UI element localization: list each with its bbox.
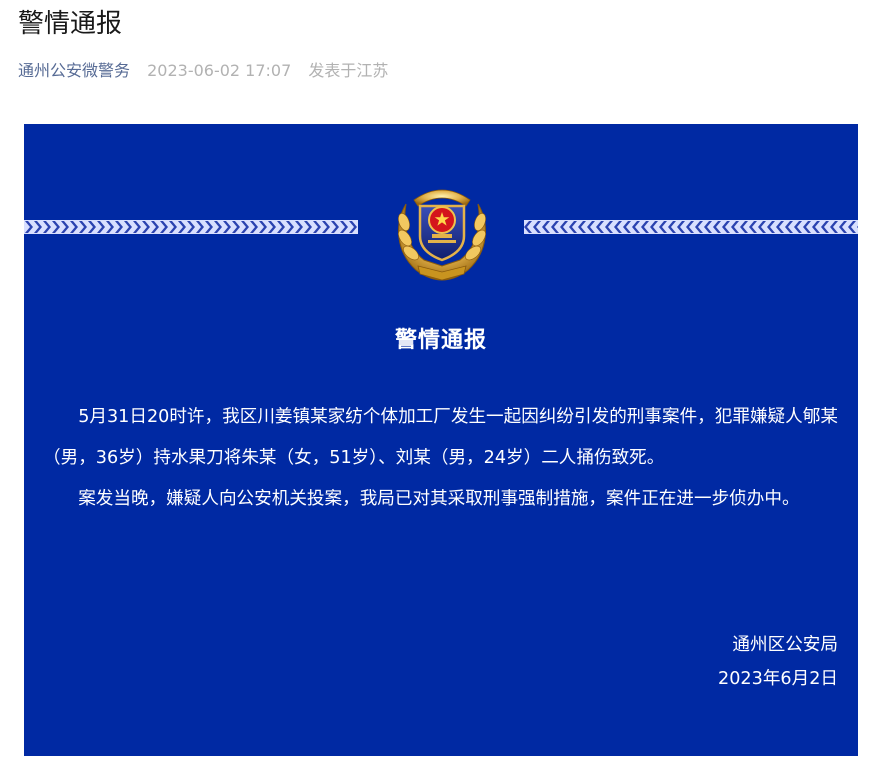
notice-signature: 通州区公安局 <box>732 635 838 655</box>
article-meta: 通州公安微警务 2023-06-02 17:07 发表于江苏 <box>18 58 388 84</box>
notice-body: 5月31日20时许，我区川姜镇某家纺个体加工厂发生一起因纠纷引发的刑事案件，犯罪… <box>43 397 843 520</box>
notice-paragraph: 5月31日20时许，我区川姜镇某家纺个体加工厂发生一起因纠纷引发的刑事案件，犯罪… <box>43 407 838 468</box>
publish-datetime: 2023-06-02 17:07 <box>147 61 292 80</box>
left-chevron-band-decoration <box>24 220 358 234</box>
article-title: 警情通报 <box>18 9 123 39</box>
notice-heading: 警情通报 <box>394 328 487 353</box>
right-chevron-band-decoration <box>524 220 858 234</box>
police-emblem-icon <box>398 189 486 281</box>
notice-paragraph: 案发当晚，嫌疑人向公安机关投案，我局已对其采取刑事强制措施，案件正在进一步侦办中… <box>78 489 800 509</box>
notice-date: 2023年6月2日 <box>718 669 838 689</box>
police-notice-image: 警情通报 5月31日20时许，我区川姜镇某家纺个体加工厂发生一起因纠纷引发的刑事… <box>24 124 858 756</box>
publish-location: 发表于江苏 <box>308 61 389 80</box>
account-name-link[interactable]: 通州公安微警务 <box>18 61 130 80</box>
article-page: 警情通报 通州公安微警务 2023-06-02 17:07 发表于江苏 警情通报… <box>0 0 883 769</box>
